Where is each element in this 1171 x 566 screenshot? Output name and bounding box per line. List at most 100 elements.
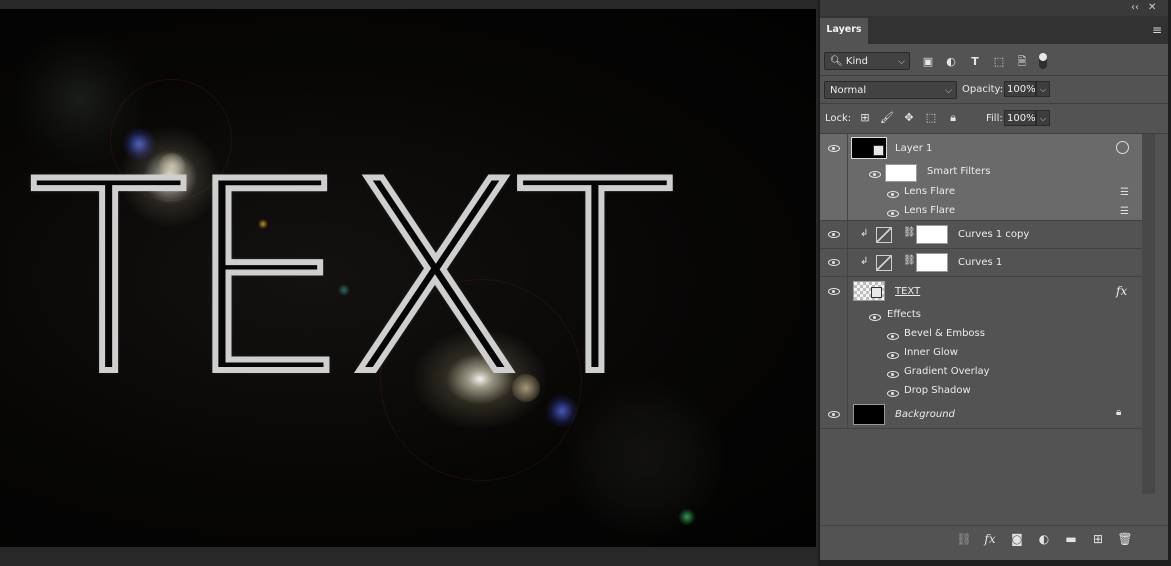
smart-filters-block: Smart Filters Lens Flare ☰ Lens Flare ☰ bbox=[820, 162, 1142, 221]
toggle-knob bbox=[1039, 53, 1047, 61]
link-icon[interactable]: ⛓︎ bbox=[903, 255, 916, 266]
collapse-panel-icon[interactable]: ‹‹ bbox=[1131, 2, 1139, 14]
link-icon[interactable]: ⛓︎ bbox=[903, 227, 916, 238]
add-mask-icon[interactable]: ◙ bbox=[1009, 531, 1025, 547]
image-filter-icon[interactable]: ▣ bbox=[921, 55, 935, 69]
lock-image-pixels-icon[interactable]: 🖌︎ bbox=[880, 111, 894, 125]
fill-input[interactable]: 100% bbox=[1004, 110, 1036, 126]
layer-name[interactable]: Curves 1 bbox=[958, 257, 1002, 268]
flare-green-dot bbox=[679, 509, 695, 525]
eye-column bbox=[820, 305, 848, 401]
add-layer-style-icon[interactable]: fx bbox=[982, 531, 998, 547]
opacity-label: Opacity: bbox=[962, 84, 1004, 95]
blend-mode-dropdown[interactable]: Normal ⌵ bbox=[824, 81, 957, 99]
lock-position-icon[interactable]: ✥ bbox=[902, 111, 916, 125]
filter-lens-flare-1[interactable]: Lens Flare bbox=[904, 186, 955, 197]
eye-icon[interactable] bbox=[869, 314, 881, 321]
lock-artboard-icon[interactable]: ⬚ bbox=[924, 111, 938, 125]
layer-row-text[interactable]: TEXT fx bbox=[820, 277, 1142, 306]
visibility-toggle[interactable] bbox=[820, 277, 848, 305]
layer-name[interactable]: Curves 1 copy bbox=[958, 229, 1029, 240]
effects-label: Effects bbox=[887, 309, 921, 320]
panel-menu-icon[interactable]: ≡ bbox=[1152, 23, 1162, 37]
layers-panel-body: 🔍︎ Kind ⌵ ▣ ◐ T ⬚ 🗎︎ Normal ⌵ Opacity: 1… bbox=[820, 44, 1168, 560]
layer-row-background[interactable]: Background 🔒︎ bbox=[820, 401, 1142, 429]
layer-name[interactable]: Layer 1 bbox=[895, 143, 932, 154]
type-filter-icon[interactable]: T bbox=[968, 55, 982, 69]
clipping-mask-icon: ↲ bbox=[860, 256, 869, 267]
eye-icon[interactable] bbox=[887, 352, 899, 359]
layer-mask-thumbnail[interactable] bbox=[916, 225, 948, 244]
eye-icon[interactable] bbox=[887, 333, 899, 340]
visibility-toggle[interactable] bbox=[820, 221, 848, 248]
filter-toggle-icon[interactable] bbox=[1039, 53, 1047, 69]
close-icon[interactable]: ✕ bbox=[1148, 2, 1156, 14]
tab-layers[interactable]: Layers bbox=[820, 18, 868, 46]
delete-layer-icon[interactable]: 🗑︎ bbox=[1117, 531, 1133, 547]
fill-dropdown-arrow[interactable]: ⌵ bbox=[1036, 110, 1050, 126]
layer-effects-block: Effects Bevel & Emboss Inner Glow Gradie… bbox=[820, 305, 1142, 402]
opacity-input[interactable]: 100% bbox=[1004, 81, 1036, 97]
eye-icon bbox=[828, 411, 840, 418]
layer-name[interactable]: TEXT bbox=[895, 286, 920, 297]
lock-all-icon[interactable]: 🔒︎ bbox=[946, 111, 960, 125]
document-canvas[interactable]: TEXT bbox=[0, 9, 816, 547]
layers-scroll-column[interactable] bbox=[1142, 134, 1155, 494]
adjustment-filter-icon[interactable]: ◐ bbox=[944, 55, 958, 69]
lock-row: Lock: ⊞ 🖌︎ ✥ ⬚ 🔒︎ Fill: 100% ⌵ bbox=[820, 103, 1168, 134]
layer-name[interactable]: Background bbox=[895, 409, 955, 420]
lock-transparent-pixels-icon[interactable]: ⊞ bbox=[858, 111, 872, 125]
new-adjustment-layer-icon[interactable]: ◐ bbox=[1036, 531, 1052, 547]
smart-object-filter-icon[interactable]: 🗎︎ bbox=[1015, 55, 1029, 69]
layer-thumbnail bbox=[851, 137, 887, 159]
new-group-icon[interactable]: ▬ bbox=[1063, 531, 1079, 547]
blend-row: Normal ⌵ Opacity: 100% ⌵ bbox=[820, 75, 1168, 104]
curves-adjustment-icon bbox=[876, 255, 892, 271]
filter-blending-options-icon[interactable]: ☰ bbox=[1120, 207, 1132, 217]
smart-object-badge-icon bbox=[873, 145, 884, 156]
clipping-mask-icon: ↲ bbox=[860, 228, 869, 239]
visibility-toggle[interactable] bbox=[820, 401, 848, 428]
eye-icon[interactable] bbox=[887, 210, 899, 217]
kind-filter-dropdown[interactable]: 🔍︎ Kind ⌵ bbox=[824, 52, 910, 70]
layer-row-layer-1[interactable]: Layer 1 bbox=[820, 134, 1142, 163]
blend-mode-value: Normal bbox=[830, 85, 867, 96]
opacity-dropdown-arrow[interactable]: ⌵ bbox=[1036, 81, 1050, 97]
link-layers-icon[interactable]: ⛓︎ bbox=[956, 531, 972, 547]
layer-row-curves-1[interactable]: ↲ ⛓︎ Curves 1 bbox=[820, 249, 1142, 277]
layer-effects-fx-icon[interactable]: fx bbox=[1116, 284, 1127, 298]
eye-column bbox=[820, 162, 848, 220]
smart-object-options-icon[interactable] bbox=[1116, 141, 1129, 154]
panel-title-bar: ‹‹ ✕ bbox=[820, 0, 1168, 16]
effect-drop-shadow[interactable]: Drop Shadow bbox=[904, 385, 971, 396]
shape-filter-icon[interactable]: ⬚ bbox=[992, 55, 1006, 69]
layer-mask-thumbnail[interactable] bbox=[916, 253, 948, 272]
new-layer-icon[interactable]: ⊞ bbox=[1090, 531, 1106, 547]
layer-row-curves-1-copy[interactable]: ↲ ⛓︎ Curves 1 copy bbox=[820, 221, 1142, 249]
kind-filter-label: Kind bbox=[845, 56, 868, 67]
search-icon: 🔍︎ bbox=[830, 56, 843, 67]
effect-gradient-overlay[interactable]: Gradient Overlay bbox=[904, 366, 990, 377]
eye-icon[interactable] bbox=[887, 371, 899, 378]
layers-panel: ‹‹ ✕ Layers ≡ 🔍︎ Kind ⌵ ▣ ◐ T ⬚ 🗎︎ Norma… bbox=[818, 0, 1171, 566]
effect-inner-glow[interactable]: Inner Glow bbox=[904, 347, 958, 358]
eye-icon bbox=[828, 145, 840, 152]
filter-blending-options-icon[interactable]: ☰ bbox=[1120, 188, 1132, 198]
eye-icon bbox=[828, 288, 840, 295]
eye-icon[interactable] bbox=[887, 390, 899, 397]
visibility-toggle[interactable] bbox=[820, 249, 848, 276]
lock-icon[interactable]: 🔒︎ bbox=[1116, 407, 1121, 418]
layer-thumbnail bbox=[853, 281, 885, 301]
smart-filter-mask-thumbnail[interactable] bbox=[885, 164, 917, 182]
curves-adjustment-icon bbox=[876, 227, 892, 243]
filter-lens-flare-2[interactable]: Lens Flare bbox=[904, 205, 955, 216]
effect-bevel-emboss[interactable]: Bevel & Emboss bbox=[904, 328, 985, 339]
visibility-toggle[interactable] bbox=[820, 134, 848, 162]
filter-row: 🔍︎ Kind ⌵ ▣ ◐ T ⬚ 🗎︎ bbox=[820, 44, 1168, 76]
layer-thumbnail bbox=[853, 404, 885, 425]
canvas-bottom-strip bbox=[0, 547, 818, 566]
panel-tab-row: Layers ≡ bbox=[820, 16, 1168, 46]
smart-object-badge-icon bbox=[871, 287, 882, 298]
eye-icon[interactable] bbox=[869, 171, 881, 178]
eye-icon[interactable] bbox=[887, 191, 899, 198]
